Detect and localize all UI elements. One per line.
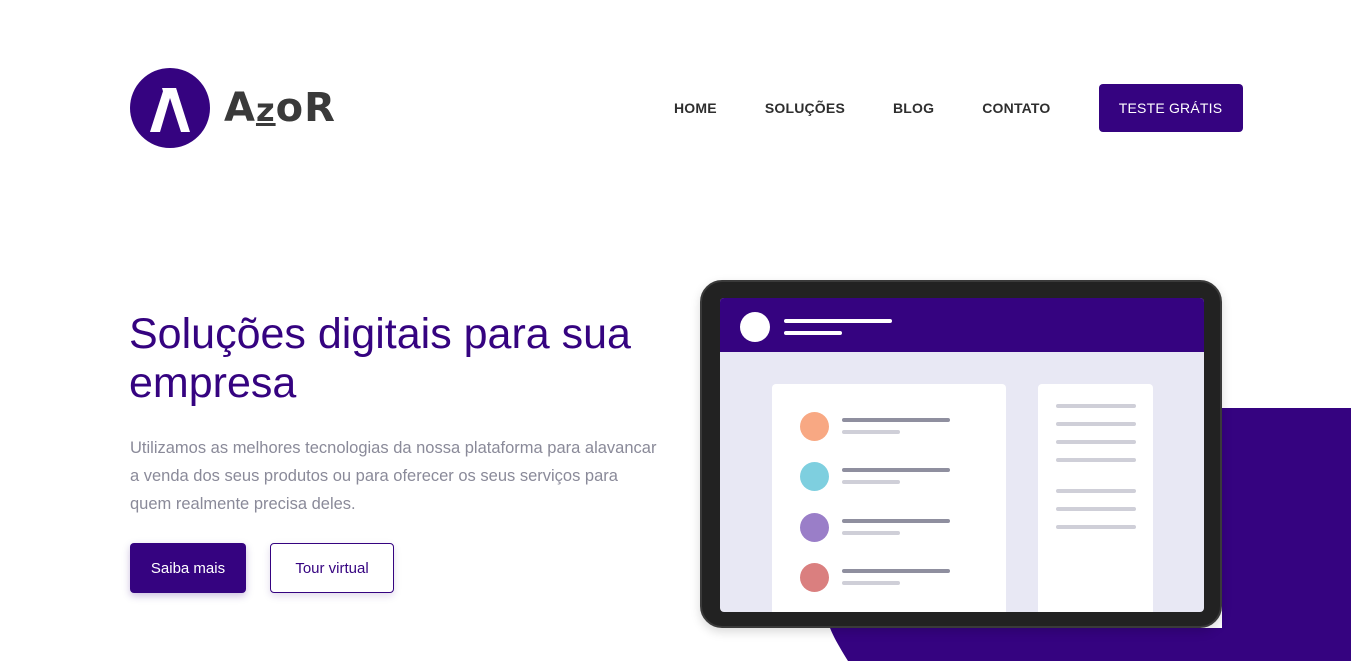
nav-blog[interactable]: BLOG bbox=[893, 100, 934, 116]
nav-solucoes[interactable]: SOLUÇÕES bbox=[765, 100, 845, 116]
hero-title: Soluções digitais para sua empresa bbox=[129, 310, 631, 407]
side-line-placeholder bbox=[1056, 440, 1136, 444]
virtual-tour-button[interactable]: Tour virtual bbox=[270, 543, 394, 593]
list-line-placeholder bbox=[842, 569, 950, 573]
side-line-placeholder bbox=[1056, 525, 1136, 529]
list-line-placeholder bbox=[842, 480, 900, 484]
list-card bbox=[772, 384, 1006, 612]
main-navigation: HOME SOLUÇÕES BLOG CONTATO TESTE GRÁTIS bbox=[674, 84, 1243, 132]
list-dot bbox=[800, 462, 829, 491]
side-line-placeholder bbox=[1056, 507, 1136, 511]
side-line-placeholder bbox=[1056, 489, 1136, 493]
side-card bbox=[1038, 384, 1153, 612]
header-line-placeholder bbox=[784, 319, 892, 323]
list-line-placeholder bbox=[842, 531, 900, 535]
brand-logo[interactable]: A z oR bbox=[130, 68, 336, 148]
list-line-placeholder bbox=[842, 430, 900, 434]
header-line-placeholder bbox=[784, 331, 842, 335]
azor-logo-icon bbox=[130, 68, 210, 148]
list-dot bbox=[800, 563, 829, 592]
screen-header-bar bbox=[720, 298, 1204, 352]
side-line-placeholder bbox=[1056, 458, 1136, 462]
tablet-dashboard-illustration bbox=[700, 280, 1222, 628]
side-line-placeholder bbox=[1056, 404, 1136, 408]
list-line-placeholder bbox=[842, 519, 950, 523]
side-line-placeholder bbox=[1056, 422, 1136, 426]
tablet-screen bbox=[720, 298, 1204, 612]
brand-name-part2: z bbox=[255, 91, 276, 129]
hero-description: Utilizamos as melhores tecnologias da no… bbox=[130, 439, 657, 513]
free-trial-button[interactable]: TESTE GRÁTIS bbox=[1098, 84, 1243, 132]
brand-name-part1: A bbox=[224, 85, 256, 131]
learn-more-button[interactable]: Saiba mais bbox=[130, 543, 246, 593]
list-dot bbox=[800, 513, 829, 542]
brand-wordmark: A z oR bbox=[224, 85, 336, 131]
list-line-placeholder bbox=[842, 468, 950, 472]
brand-name-part3: oR bbox=[275, 85, 336, 131]
list-line-placeholder bbox=[842, 581, 900, 585]
list-line-placeholder bbox=[842, 418, 950, 422]
nav-contato[interactable]: CONTATO bbox=[982, 100, 1050, 116]
nav-home[interactable]: HOME bbox=[674, 100, 717, 116]
avatar-placeholder bbox=[740, 312, 770, 342]
list-dot bbox=[800, 412, 829, 441]
